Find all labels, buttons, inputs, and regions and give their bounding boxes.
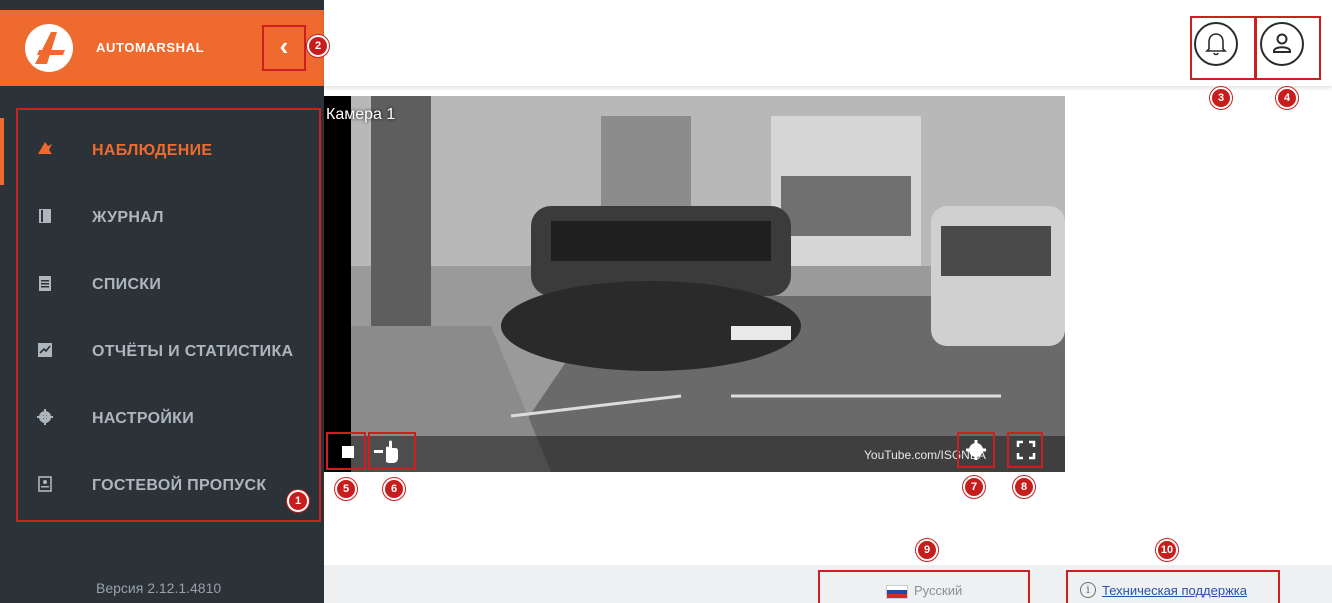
- annotation-box-3: [1190, 16, 1256, 80]
- street-scene: [351, 96, 1065, 472]
- annotation-box-4: [1255, 16, 1321, 80]
- camera-feed-image: [351, 96, 1065, 472]
- logo-icon: [25, 24, 73, 72]
- annotation-marker-7: 7: [963, 476, 985, 498]
- annotation-box-2: [262, 25, 306, 71]
- annotation-box-5: [326, 432, 366, 470]
- top-header: [324, 0, 1332, 86]
- annotation-marker-2: 2: [307, 35, 329, 57]
- annotation-marker-3: 3: [1210, 87, 1232, 109]
- camera-title: Камера 1: [326, 106, 396, 123]
- app-window: AUTOMARSHAL ‹ НАБЛЮДЕНИЕ ЖУРНАЛ СПИСКИ О…: [0, 0, 1332, 603]
- annotation-box-10: [1066, 570, 1280, 603]
- annotation-marker-1: 1: [287, 490, 309, 512]
- annotation-marker-8: 8: [1013, 476, 1035, 498]
- annotation-marker-4: 4: [1276, 87, 1298, 109]
- annotation-marker-5: 5: [335, 478, 357, 500]
- annotation-box-1: [16, 108, 321, 522]
- annotation-box-7: [957, 432, 995, 468]
- annotation-box-6: [368, 432, 416, 470]
- annotation-box-9: [818, 570, 1030, 603]
- version-label: Версия 2.12.1.4810: [96, 580, 222, 596]
- annotation-marker-10: 10: [1156, 539, 1178, 561]
- annotation-marker-6: 6: [383, 478, 405, 500]
- annotation-marker-9: 9: [916, 539, 938, 561]
- brand-name: AUTOMARSHAL: [96, 40, 205, 55]
- annotation-box-8: [1007, 432, 1043, 468]
- camera-video-player[interactable]: Камера 1 YouTube.com/ISGNEA: [324, 96, 1065, 472]
